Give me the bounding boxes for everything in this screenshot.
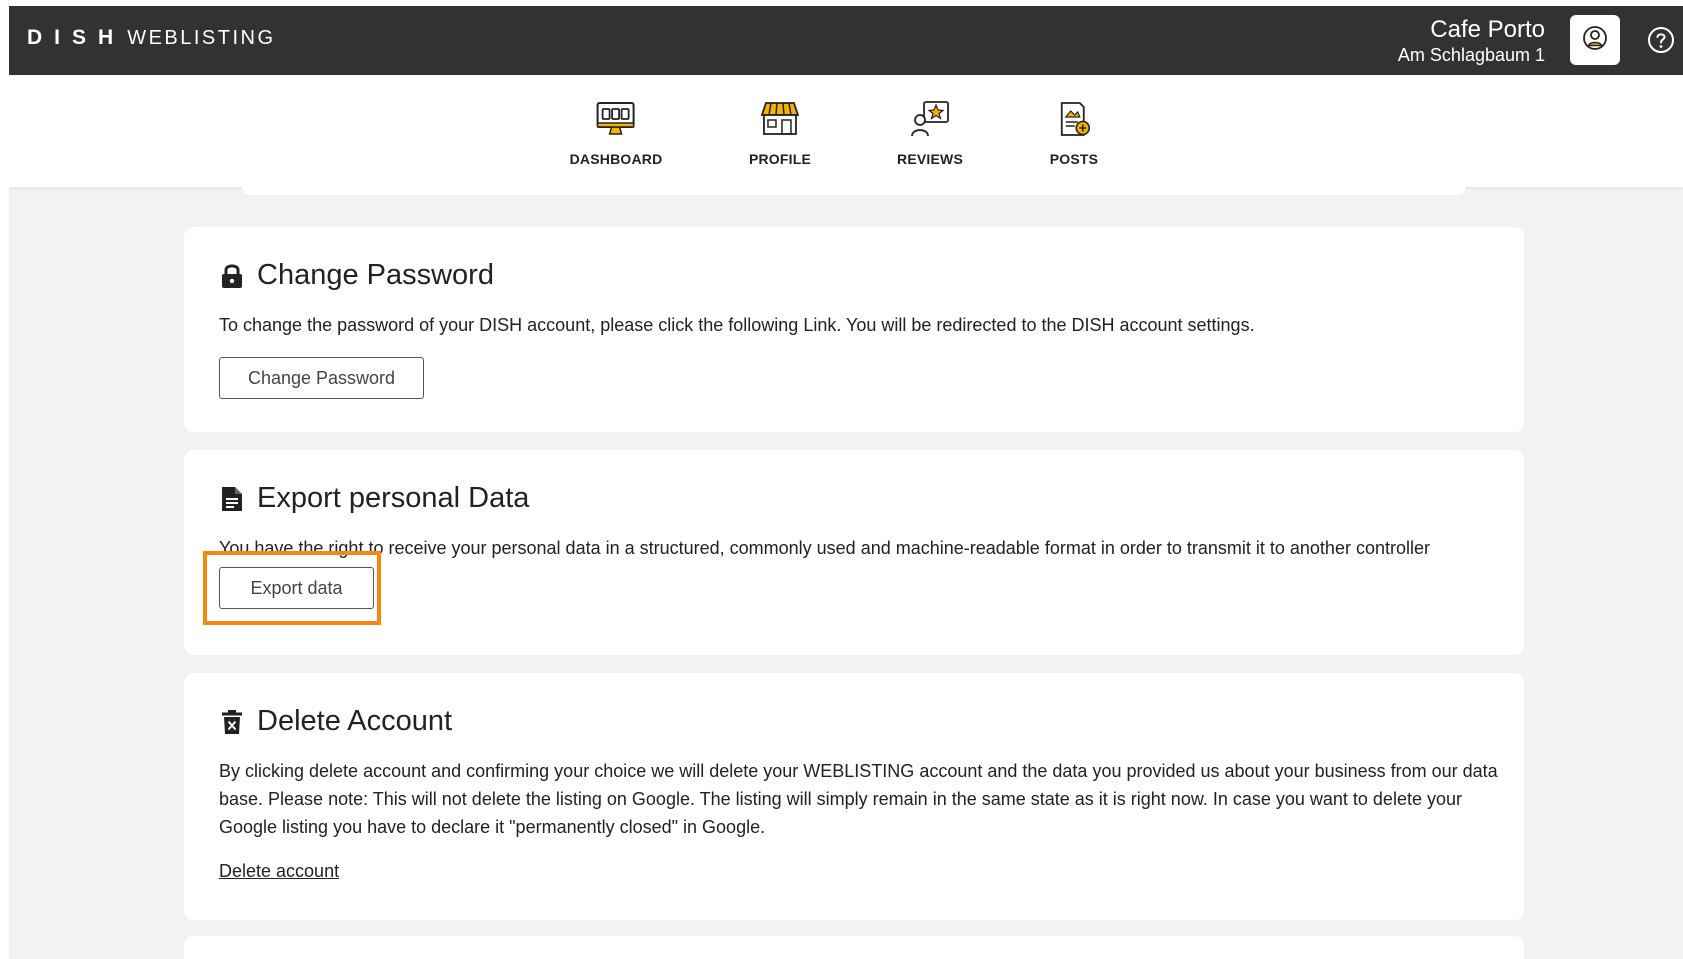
nav-label-dashboard: DASHBOARD (569, 151, 663, 167)
nav-label-posts: POSTS (1049, 151, 1099, 167)
export-data-description: You have the right to receive your perso… (219, 538, 1430, 558)
delete-account-card: Delete Account By clicking delete accoun… (184, 673, 1524, 920)
nav-item-posts[interactable]: POSTS (1050, 99, 1098, 167)
account-button[interactable] (1570, 15, 1620, 65)
account-circle-icon (1582, 25, 1608, 56)
nav-item-dashboard[interactable]: DASHBOARD (570, 99, 663, 167)
delete-account-link[interactable]: Delete account (219, 861, 339, 882)
logo[interactable]: DISH WEBLISTING (27, 26, 276, 50)
venue-address: Am Schlagbaum 1 (1397, 45, 1545, 65)
change-password-card: Change Password To change the password o… (184, 227, 1524, 432)
trash-icon (219, 708, 245, 736)
change-password-heading: Change Password (219, 259, 494, 292)
export-data-card: Export personal Data You have the right … (184, 450, 1524, 655)
export-data-button[interactable]: Export data (219, 567, 374, 609)
dashboard-monitor-icon (594, 99, 638, 139)
change-password-button[interactable]: Change Password (219, 357, 424, 399)
delete-account-title: Delete Account (257, 705, 453, 737)
help-icon (1647, 26, 1675, 59)
logo-product: WEBLISTING (127, 27, 276, 49)
delete-account-heading: Delete Account (219, 705, 452, 738)
storefront-icon (758, 99, 802, 139)
review-star-icon (908, 99, 952, 139)
venue-name: Cafe Porto (1430, 16, 1545, 43)
top-bar: DISH WEBLISTING Cafe Porto Am Schlagbaum … (9, 6, 1683, 75)
export-data-title: Export personal Data (257, 482, 530, 514)
help-button[interactable] (1647, 26, 1675, 59)
main-nav: DASHBOARD PROFILE REVIEWS POSTS (9, 75, 1683, 187)
nav-item-profile[interactable]: PROFILE (749, 99, 811, 167)
previous-card-edge (242, 187, 1466, 195)
nav-label-profile: PROFILE (748, 151, 812, 167)
delete-account-description: By clicking delete account and confirmin… (219, 761, 1498, 837)
export-data-heading: Export personal Data (219, 482, 529, 515)
venue-info: Cafe Porto Am Schlagbaum 1 (1397, 16, 1545, 65)
nav-label-reviews: REVIEWS (897, 151, 963, 167)
logo-dish: DISH (27, 26, 126, 49)
lock-icon (219, 262, 245, 290)
nav-item-reviews[interactable]: REVIEWS (897, 99, 963, 167)
post-add-icon (1052, 99, 1096, 139)
document-icon (219, 485, 245, 513)
change-password-description: To change the password of your DISH acco… (219, 315, 1255, 335)
app-frame: DISH WEBLISTING Cafe Porto Am Schlagbaum … (9, 6, 1683, 959)
change-password-title: Change Password (257, 259, 494, 291)
next-card-edge (184, 936, 1524, 959)
